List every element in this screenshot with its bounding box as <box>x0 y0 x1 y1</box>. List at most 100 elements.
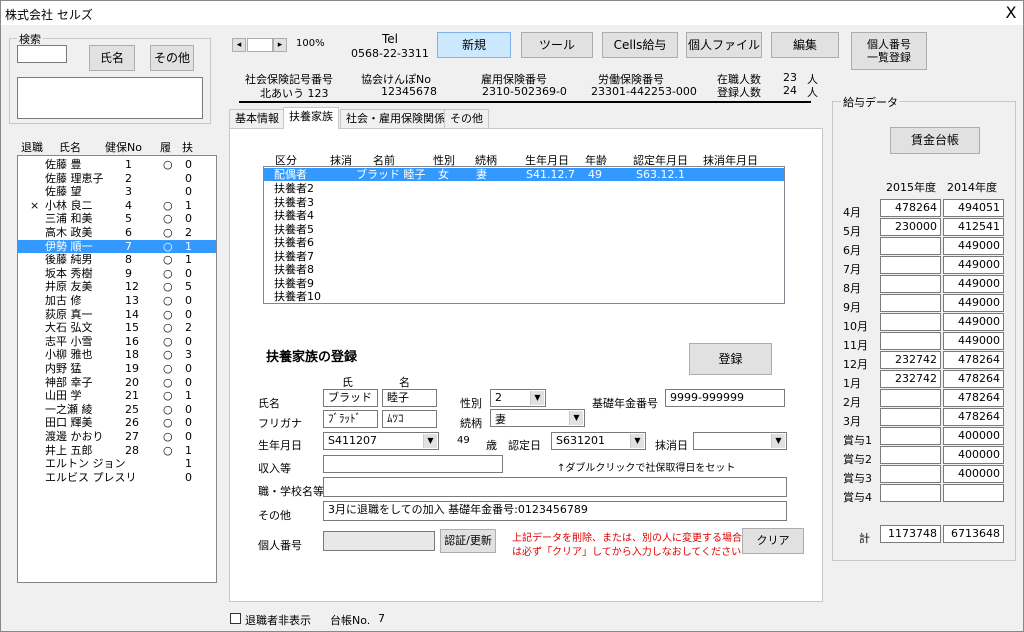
other-field[interactable]: 3月に退職をしての加入 基礎年金番号:0123456789 <box>323 501 787 521</box>
employee-row[interactable]: 加古 修 13 ○ 0 <box>18 294 216 308</box>
auth-update-button[interactable]: 認証/更新 <box>440 529 496 553</box>
close-icon[interactable]: X <box>1001 3 1021 23</box>
salary-2014-cell[interactable]: 478264 <box>943 389 1004 407</box>
wage-ledger-button[interactable]: 賃金台帳 <box>890 127 980 154</box>
tab-insurance[interactable]: 社会・雇用保険関係 <box>340 109 451 129</box>
search-input[interactable] <box>17 45 67 63</box>
furigana-sei-field[interactable]: ﾌﾞﾗｯﾄﾞ <box>323 410 378 428</box>
salary-2015-cell[interactable] <box>880 237 941 255</box>
next-record-button[interactable]: ▸ <box>273 38 287 52</box>
salary-2015-cell[interactable] <box>880 446 941 464</box>
register-button[interactable]: 登録 <box>689 343 772 375</box>
salary-2015-cell[interactable] <box>880 275 941 293</box>
mynumber-field[interactable] <box>323 531 435 551</box>
salary-2015-cell[interactable] <box>880 313 941 331</box>
salary-2015-cell[interactable] <box>880 256 941 274</box>
employee-row[interactable]: 田口 輝美 26 ○ 0 <box>18 416 216 430</box>
employee-row[interactable]: 後藤 純男 8 ○ 1 <box>18 253 216 267</box>
salary-2015-cell[interactable] <box>880 427 941 445</box>
hide-retired-checkbox[interactable] <box>230 613 241 624</box>
salary-2015-cell[interactable] <box>880 294 941 312</box>
salary-2015-cell[interactable] <box>880 389 941 407</box>
clear-button[interactable]: クリア <box>742 528 804 554</box>
employee-row[interactable]: エルビス プレスリ 0 <box>18 471 216 485</box>
furigana-mei-field[interactable]: ﾑﾂｺ <box>382 410 437 428</box>
salary-2015-cell[interactable] <box>880 465 941 483</box>
tab-dependents[interactable]: 扶養家族 <box>283 107 339 129</box>
mei-field[interactable]: 睦子 <box>382 389 437 407</box>
chevron-down-icon[interactable]: ▼ <box>771 434 785 448</box>
salary-2015-cell[interactable] <box>880 332 941 350</box>
salary-2014-cell[interactable]: 400000 <box>943 446 1004 464</box>
kiso-field[interactable]: 9999-999999 <box>665 389 785 407</box>
salary-2015-cell[interactable]: 232742 <box>880 370 941 388</box>
chevron-down-icon[interactable]: ▼ <box>423 434 437 448</box>
prev-record-button[interactable]: ◂ <box>232 38 246 52</box>
dependents-list[interactable]: 配偶者 ブラッド 睦子 女 妻 S41.12.7 49 S63.12.1 扶養者… <box>263 166 785 304</box>
employee-row[interactable]: エルトン ジョン 1 <box>18 457 216 471</box>
dependent-row-spouse[interactable]: 配偶者 ブラッド 睦子 女 妻 S41.12.7 49 S63.12.1 <box>264 168 784 181</box>
employee-row[interactable]: 三浦 和美 5 ○ 0 <box>18 212 216 226</box>
salary-2014-cell[interactable]: 478264 <box>943 370 1004 388</box>
salary-2014-cell[interactable]: 400000 <box>943 465 1004 483</box>
chevron-down-icon[interactable]: ▼ <box>530 391 544 405</box>
tab-other[interactable]: その他 <box>444 109 489 129</box>
relation-select[interactable]: 妻 ▼ <box>490 409 585 427</box>
tool-button[interactable]: ツール <box>521 32 593 58</box>
edit-button[interactable]: 編集 <box>771 32 839 58</box>
salary-2015-cell[interactable] <box>880 408 941 426</box>
dependent-row[interactable]: 扶養者10 <box>264 290 784 303</box>
sei-field[interactable]: ブラッド <box>323 389 378 407</box>
salary-2014-cell[interactable] <box>943 484 1004 502</box>
salary-2014-cell[interactable]: 494051 <box>943 199 1004 217</box>
personal-file-button[interactable]: 個人ファイル <box>686 32 762 58</box>
birth-select[interactable]: S411207 ▼ <box>323 432 439 450</box>
dependent-row[interactable]: 扶養者4 <box>264 209 784 223</box>
salary-2014-cell[interactable]: 449000 <box>943 256 1004 274</box>
new-button[interactable]: 新規 <box>437 32 511 58</box>
employee-row[interactable]: 志平 小雪 16 ○ 0 <box>18 335 216 349</box>
employee-row[interactable]: 渡邊 かおり 27 ○ 0 <box>18 430 216 444</box>
salary-2015-cell[interactable]: 478264 <box>880 199 941 217</box>
chevron-down-icon[interactable]: ▼ <box>569 411 583 425</box>
income-field[interactable] <box>323 455 503 473</box>
record-scroll-track[interactable] <box>247 38 273 52</box>
salary-2014-cell[interactable]: 478264 <box>943 351 1004 369</box>
employee-row[interactable]: 佐藤 望 3 0 <box>18 185 216 199</box>
employee-row[interactable]: 荻原 真一 14 ○ 0 <box>18 308 216 322</box>
dependent-row[interactable]: 扶養者3 <box>264 196 784 210</box>
school-field[interactable] <box>323 477 787 497</box>
salary-2014-cell[interactable]: 449000 <box>943 332 1004 350</box>
salary-2014-cell[interactable]: 449000 <box>943 313 1004 331</box>
salary-2014-cell[interactable]: 449000 <box>943 275 1004 293</box>
tab-basic[interactable]: 基本情報 <box>229 109 285 129</box>
employee-row[interactable]: 井原 友美 12 ○ 5 <box>18 280 216 294</box>
dependent-row[interactable]: 扶養者7 <box>264 250 784 264</box>
search-result-box[interactable] <box>17 77 203 119</box>
salary-2014-cell[interactable]: 412541 <box>943 218 1004 236</box>
dependent-row[interactable]: 扶養者9 <box>264 277 784 291</box>
dependent-row[interactable]: 扶養者8 <box>264 263 784 277</box>
salary-2015-cell[interactable]: 230000 <box>880 218 941 236</box>
search-other-button[interactable]: その他 <box>150 45 194 71</box>
employee-row[interactable]: 内野 猛 19 ○ 0 <box>18 362 216 376</box>
nintei-select[interactable]: S631201 ▼ <box>551 432 646 450</box>
cells-salary-button[interactable]: Cells給与 <box>602 32 678 58</box>
salary-2014-cell[interactable]: 478264 <box>943 408 1004 426</box>
employee-row[interactable]: × 小林 良二 4 ○ 1 <box>18 199 216 213</box>
employee-row[interactable]: 小柳 雅也 18 ○ 3 <box>18 348 216 362</box>
dependent-row[interactable]: 扶養者5 <box>264 223 784 237</box>
salary-2014-cell[interactable]: 400000 <box>943 427 1004 445</box>
employee-row[interactable]: 一之瀬 綾 25 ○ 0 <box>18 403 216 417</box>
mynumber-list-button[interactable]: 個人番号 一覧登録 <box>851 32 927 70</box>
employee-row[interactable]: 伊勢 順一 7 ○ 1 <box>18 239 216 254</box>
employee-list[interactable]: 佐藤 豊 1 ○ 0 佐藤 理恵子 2 0 佐藤 望 3 0 × 小林 良二 4 ○ 1 三浦 和美 5 ○ 0 高木… <box>17 155 217 583</box>
employee-row[interactable]: 佐藤 理恵子 2 0 <box>18 172 216 186</box>
sex-select[interactable]: 2 ▼ <box>490 389 546 407</box>
salary-2015-cell[interactable]: 232742 <box>880 351 941 369</box>
massho-select[interactable]: ▼ <box>693 432 787 450</box>
salary-2015-cell[interactable] <box>880 484 941 502</box>
employee-row[interactable]: 山田 学 21 ○ 1 <box>18 389 216 403</box>
dependent-row[interactable]: 扶養者6 <box>264 236 784 250</box>
search-name-button[interactable]: 氏名 <box>89 45 135 71</box>
